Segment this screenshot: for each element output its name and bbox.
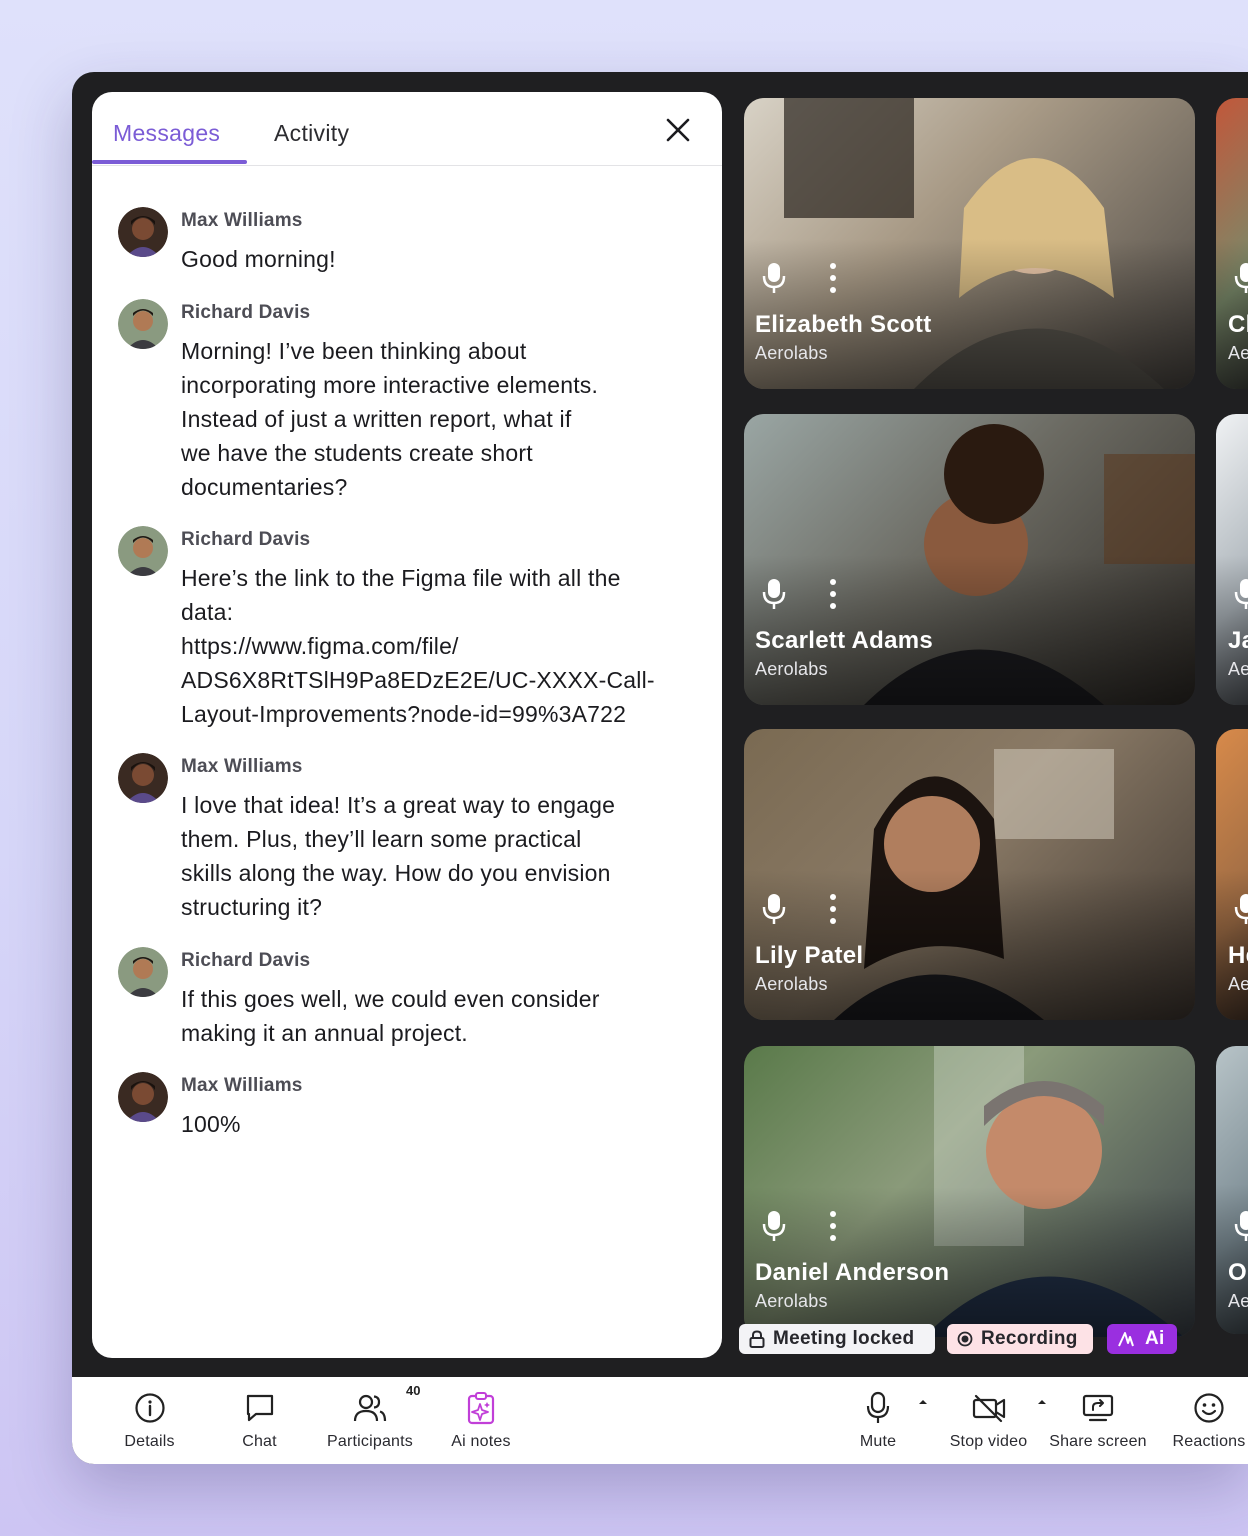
microphone-icon[interactable] [762, 262, 786, 294]
participants-icon [353, 1394, 387, 1422]
message-text: I love that idea! It’s a great way to en… [181, 792, 616, 920]
participant-org: Aerolabs [755, 343, 828, 363]
video-tile[interactable]: Cl Ae [1216, 98, 1248, 389]
microphone-icon[interactable] [762, 578, 786, 610]
participant-name: Scarlett Adams [755, 627, 934, 654]
chat-button[interactable]: Chat [227, 1391, 292, 1451]
video-tile[interactable]: Ol Ae [1216, 1046, 1248, 1334]
participant-name: He [1228, 942, 1248, 969]
message-sender: Richard Davis [181, 950, 311, 971]
more-options-icon[interactable] [826, 1210, 840, 1242]
mic-options-caret-icon[interactable] [916, 1397, 930, 1407]
participant-org: Ae [1228, 343, 1248, 363]
microphone-icon[interactable] [762, 893, 786, 925]
video-options-caret-icon[interactable] [1035, 1397, 1049, 1407]
participant-org: Aerolabs [755, 1291, 828, 1311]
video-tile[interactable]: Elizabeth Scott Aerolabs [744, 98, 1195, 389]
participant-name: Cl [1228, 311, 1248, 338]
microphone-icon[interactable] [1234, 578, 1248, 610]
avatar [118, 1072, 168, 1122]
details-label: Details [124, 1433, 175, 1450]
participant-name: Lily Patel [755, 942, 864, 969]
reactions-button[interactable]: Reactions [1170, 1391, 1248, 1451]
video-tile[interactable]: Lily Patel Aerolabs [744, 729, 1195, 1020]
ai-notes-icon [467, 1392, 495, 1425]
message-sender: Max Williams [181, 756, 303, 777]
meeting-locked-badge: Meeting locked [739, 1324, 935, 1354]
participants-button[interactable]: Participants [320, 1391, 420, 1451]
video-tile[interactable]: He Ae [1216, 729, 1248, 1020]
more-options-icon[interactable] [826, 262, 840, 294]
chat-bubble-icon [246, 1394, 273, 1422]
message-text: Here’s the link to the Figma file with a… [181, 565, 655, 727]
ai-notes-label: Ai notes [451, 1433, 511, 1450]
participant-org: Aerolabs [755, 659, 828, 679]
smiley-icon [1194, 1393, 1224, 1423]
share-screen-label: Share screen [1049, 1433, 1147, 1450]
message-sender: Max Williams [181, 210, 303, 231]
microphone-icon[interactable] [1234, 1210, 1248, 1242]
tab-activity[interactable]: Activity [274, 120, 349, 147]
meeting-window: Messages Activity Max Williams Good morn… [72, 72, 1248, 1464]
video-tile[interactable]: Scarlett Adams Aerolabs [744, 414, 1195, 705]
microphone-icon[interactable] [762, 1210, 786, 1242]
message-text: Good morning! [181, 246, 336, 272]
video-tile[interactable]: Ja Ae [1216, 414, 1248, 705]
video-off-icon [972, 1394, 1005, 1423]
microphone-icon [866, 1391, 890, 1423]
participant-name: Ja [1228, 627, 1248, 654]
ai-badge[interactable]: Ai [1107, 1324, 1177, 1354]
message-sender: Max Williams [181, 1075, 303, 1096]
stop-video-label: Stop video [949, 1433, 1028, 1450]
avatar [118, 753, 168, 803]
reactions-label: Reactions [1172, 1433, 1246, 1450]
chat-label: Chat [242, 1433, 277, 1450]
share-screen-icon [1082, 1394, 1114, 1422]
avatar [118, 207, 168, 257]
close-chat-button[interactable] [662, 114, 694, 146]
recording-badge: Recording [947, 1324, 1093, 1354]
more-options-icon[interactable] [826, 893, 840, 925]
message-text: If this goes well, we could even conside… [181, 986, 600, 1046]
message-text: 100% [181, 1111, 241, 1137]
ai-notes-button[interactable]: Ai notes [443, 1391, 519, 1451]
meeting-toolbar: Details Chat Participants 40 Ai notes Mu… [72, 1377, 1248, 1464]
video-tile[interactable]: Daniel Anderson Aerolabs [744, 1046, 1195, 1337]
details-button[interactable]: Details [112, 1391, 187, 1451]
recording-label: Recording [981, 1328, 1078, 1349]
participant-org: Aerolabs [755, 974, 828, 994]
message-text: Morning! I’ve been thinking about incorp… [181, 338, 599, 500]
participant-org: Ae [1228, 974, 1248, 994]
participants-label: Participants [327, 1433, 413, 1450]
more-options-icon[interactable] [826, 578, 840, 610]
stop-video-button[interactable]: Stop video [946, 1391, 1031, 1451]
participant-name: Ol [1228, 1259, 1248, 1286]
tab-messages[interactable]: Messages [113, 120, 220, 147]
chat-tabs: Messages Activity [92, 92, 722, 166]
participants-count-badge: 40 [406, 1383, 421, 1398]
lock-icon [749, 1330, 765, 1348]
participant-org: Ae [1228, 659, 1248, 679]
meeting-locked-label: Meeting locked [773, 1328, 915, 1349]
participant-name: Elizabeth Scott [755, 311, 932, 338]
message-sender: Richard Davis [181, 529, 311, 550]
microphone-icon[interactable] [1234, 893, 1248, 925]
participant-org: Ae [1228, 1291, 1248, 1311]
ai-label: Ai [1145, 1328, 1165, 1349]
chat-panel: Messages Activity Max Williams Good morn… [92, 92, 722, 1358]
close-icon [666, 118, 690, 142]
mute-label: Mute [859, 1433, 897, 1450]
participant-name: Daniel Anderson [755, 1259, 950, 1286]
avatar [118, 299, 168, 349]
message-sender: Richard Davis [181, 302, 311, 323]
microphone-icon[interactable] [1234, 262, 1248, 294]
mute-button[interactable]: Mute [848, 1391, 908, 1451]
avatar [118, 947, 168, 997]
info-icon [134, 1393, 165, 1423]
record-icon [957, 1331, 973, 1347]
active-tab-indicator [92, 160, 247, 164]
share-screen-button[interactable]: Share screen [1048, 1391, 1148, 1451]
ai-logo-icon [1118, 1332, 1134, 1347]
avatar [118, 526, 168, 576]
